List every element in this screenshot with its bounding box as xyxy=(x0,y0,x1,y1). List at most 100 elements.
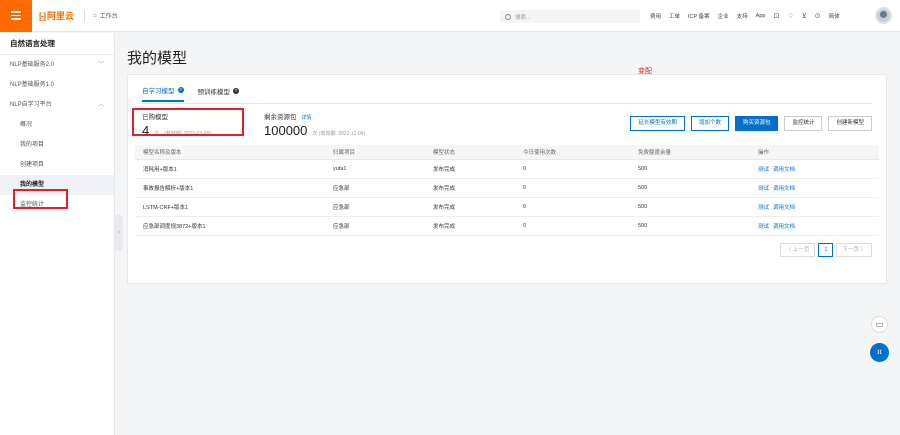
cell-project: yufa1 xyxy=(325,159,425,179)
stat-value-row: 100000 次 (有效期: 2022-11-09) xyxy=(264,123,365,138)
help-icon[interactable]: ? xyxy=(177,87,184,93)
nav-enterprise[interactable]: 企业 xyxy=(718,12,729,20)
cell-status: 发布完成 xyxy=(425,178,515,198)
sidebar-item-overview[interactable]: 概况 xyxy=(0,115,114,135)
create-model-button[interactable]: 创建新模型 xyxy=(828,116,872,131)
chevron-down-icon: ﹀ xyxy=(97,62,104,68)
table-row: 应急部调度规3872+版本1 应急部 发布完成 0 500 测试 调用文档 xyxy=(135,216,879,236)
test-link[interactable]: 测试 xyxy=(758,167,769,173)
divider xyxy=(142,103,872,104)
chat-icon[interactable]: ▭ xyxy=(871,316,888,333)
cell-model-name: 事故报告解析+版本1 xyxy=(135,178,325,198)
logo-text: 阿里云 xyxy=(47,11,75,21)
table-row: 事故报告解析+版本1 应急部 发布完成 0 500 测试 调用文档 xyxy=(135,178,879,198)
prev-page-button[interactable]: 〈 上一页 xyxy=(779,243,816,257)
page-number-button[interactable]: 1 xyxy=(818,243,834,257)
nav-tickets[interactable]: 工单 xyxy=(669,12,680,20)
cell-usage: 0 xyxy=(515,197,630,217)
api-docs-link[interactable]: 调用文档 xyxy=(773,224,795,230)
help-icon[interactable]: ? xyxy=(233,88,239,94)
help-icon[interactable]: ⊙ xyxy=(815,12,821,20)
tab-self-learning-models[interactable]: 自学习模型 ? xyxy=(142,85,184,102)
home-icon: ⌂ xyxy=(93,12,97,19)
page-title: 我的模型 xyxy=(127,50,188,67)
top-nav: 费用 工单 ICP 备案 企业 支持 App ⊡ ♢ ⊻ ⊙ 简体 xyxy=(650,12,840,20)
assistant-icon[interactable]: ⁝⁝ xyxy=(870,343,889,362)
column-header: 模型状态 xyxy=(425,145,515,160)
test-link[interactable]: 测试 xyxy=(758,224,769,230)
column-header: 归属项目 xyxy=(325,145,425,160)
highlight-box xyxy=(132,108,244,136)
sidebar-item-nlp-basic-1[interactable]: NLP基础服务1.0 xyxy=(0,75,114,95)
sidebar-item-label: NLP基础服务1.0 xyxy=(10,82,55,88)
chevron-up-icon: ︿ xyxy=(97,102,104,108)
workbench-link[interactable]: ⌂ 工作台 xyxy=(93,11,118,21)
nav-language[interactable]: 简体 xyxy=(829,12,840,20)
remaining-package-stat: 剩余资源包 详情 100000 次 (有效期: 2022-11-09) xyxy=(264,111,365,138)
sidebar-item-create-project[interactable]: 创建项目 xyxy=(0,155,114,175)
sidebar: 自然语言处理 NLP基础服务2.0 ﹀ NLP基础服务1.0 NLP自学习平台 … xyxy=(0,33,115,435)
stat-label-row: 剩余资源包 详情 xyxy=(264,111,365,121)
test-link[interactable]: 测试 xyxy=(758,186,769,192)
search-icon xyxy=(505,13,511,20)
cell-quota: 500 xyxy=(630,197,750,217)
stat-label: 剩余资源包 xyxy=(264,114,297,121)
pagination: 〈 上一页 1 下一页 〉 xyxy=(779,243,872,257)
nav-icp[interactable]: ICP 备案 xyxy=(688,12,710,20)
collapse-sidebar-handle[interactable]: ‹ xyxy=(115,215,123,251)
cell-ops: 测试 调用文档 xyxy=(750,197,879,217)
monitoring-button[interactable]: 监控统计 xyxy=(784,116,823,131)
nav-app[interactable]: App xyxy=(756,13,766,19)
table-row: LSTM-CRF+版本1 应急部 发布完成 0 500 测试 调用文档 xyxy=(135,197,879,217)
workbench-label: 工作台 xyxy=(99,14,118,20)
table-header-row: 模型名称及版本 归属项目 模型状态 今日使用次数 免费额度余量 操作 xyxy=(135,145,879,160)
api-docs-link[interactable]: 调用文档 xyxy=(773,186,795,192)
column-header: 操作 xyxy=(750,145,879,160)
sidebar-item-nlp-basic-2[interactable]: NLP基础服务2.0 ﹀ xyxy=(0,55,114,75)
sidebar-item-my-projects[interactable]: 我的项目 xyxy=(0,135,114,155)
stat-unit-expiry: 次 (有效期: 2022-11-09) xyxy=(312,131,366,137)
sidebar-item-self-learning[interactable]: NLP自学习平台 ︿ xyxy=(0,95,114,115)
divider xyxy=(84,9,86,22)
cell-ops: 测试 调用文档 xyxy=(750,216,879,236)
cart-icon[interactable]: ⊻ xyxy=(802,12,807,20)
cell-quota: 500 xyxy=(630,159,750,179)
cell-usage: 0 xyxy=(515,159,630,179)
cell-ops: 测试 调用文档 xyxy=(750,178,879,198)
cell-usage: 0 xyxy=(515,216,630,236)
menu-icon[interactable] xyxy=(0,0,32,32)
column-header: 模型名称及版本 xyxy=(135,145,325,160)
column-header: 免费额度余量 xyxy=(630,145,750,160)
nav-support[interactable]: 支持 xyxy=(737,12,748,20)
sidebar-item-label: NLP基础服务2.0 xyxy=(10,62,55,68)
stat-value: 100000 xyxy=(264,123,308,138)
next-page-button[interactable]: 下一页 〉 xyxy=(836,243,872,257)
bell-icon[interactable]: ♢ xyxy=(787,12,793,20)
cell-model-name: 应急部调度规3872+版本1 xyxy=(135,216,325,236)
sidebar-item-label: 我的项目 xyxy=(20,142,45,148)
api-docs-link[interactable]: 调用文档 xyxy=(773,167,795,173)
extend-validity-button[interactable]: 延长模型有效期 xyxy=(630,116,685,131)
tab-pretrained-models[interactable]: 预训练模型 ? xyxy=(198,85,239,102)
terminal-icon[interactable]: ⊡ xyxy=(773,12,779,20)
test-link[interactable]: 测试 xyxy=(758,205,769,211)
tab-bar: 自学习模型 ? 预训练模型 ? xyxy=(142,85,239,102)
search-input[interactable]: 搜索... xyxy=(500,10,640,23)
logo[interactable]: [-] 阿里云 xyxy=(39,9,74,22)
buy-package-button[interactable]: 购买资源包 xyxy=(734,116,779,131)
nav-fees[interactable]: 费用 xyxy=(650,12,661,20)
table-row: 消耗用+版本1 yufa1 发布完成 0 500 测试 调用文档 xyxy=(135,159,879,179)
avatar[interactable] xyxy=(875,7,892,24)
cell-project: 应急部 xyxy=(325,216,425,236)
add-count-button[interactable]: 增加个数 xyxy=(690,116,729,131)
sidebar-title: 自然语言处理 xyxy=(0,33,114,55)
column-header: 今日使用次数 xyxy=(515,145,630,160)
cell-model-name: 消耗用+版本1 xyxy=(135,159,325,179)
cell-model-name: LSTM-CRF+版本1 xyxy=(135,197,325,217)
logo-mark-icon: [-] xyxy=(39,10,46,21)
cell-status: 发布完成 xyxy=(425,216,515,236)
details-link[interactable]: 详情 xyxy=(301,115,311,121)
sidebar-item-label: NLP自学习平台 xyxy=(10,102,52,108)
api-docs-link[interactable]: 调用文档 xyxy=(773,205,795,211)
tab-label: 自学习模型 xyxy=(142,88,175,95)
